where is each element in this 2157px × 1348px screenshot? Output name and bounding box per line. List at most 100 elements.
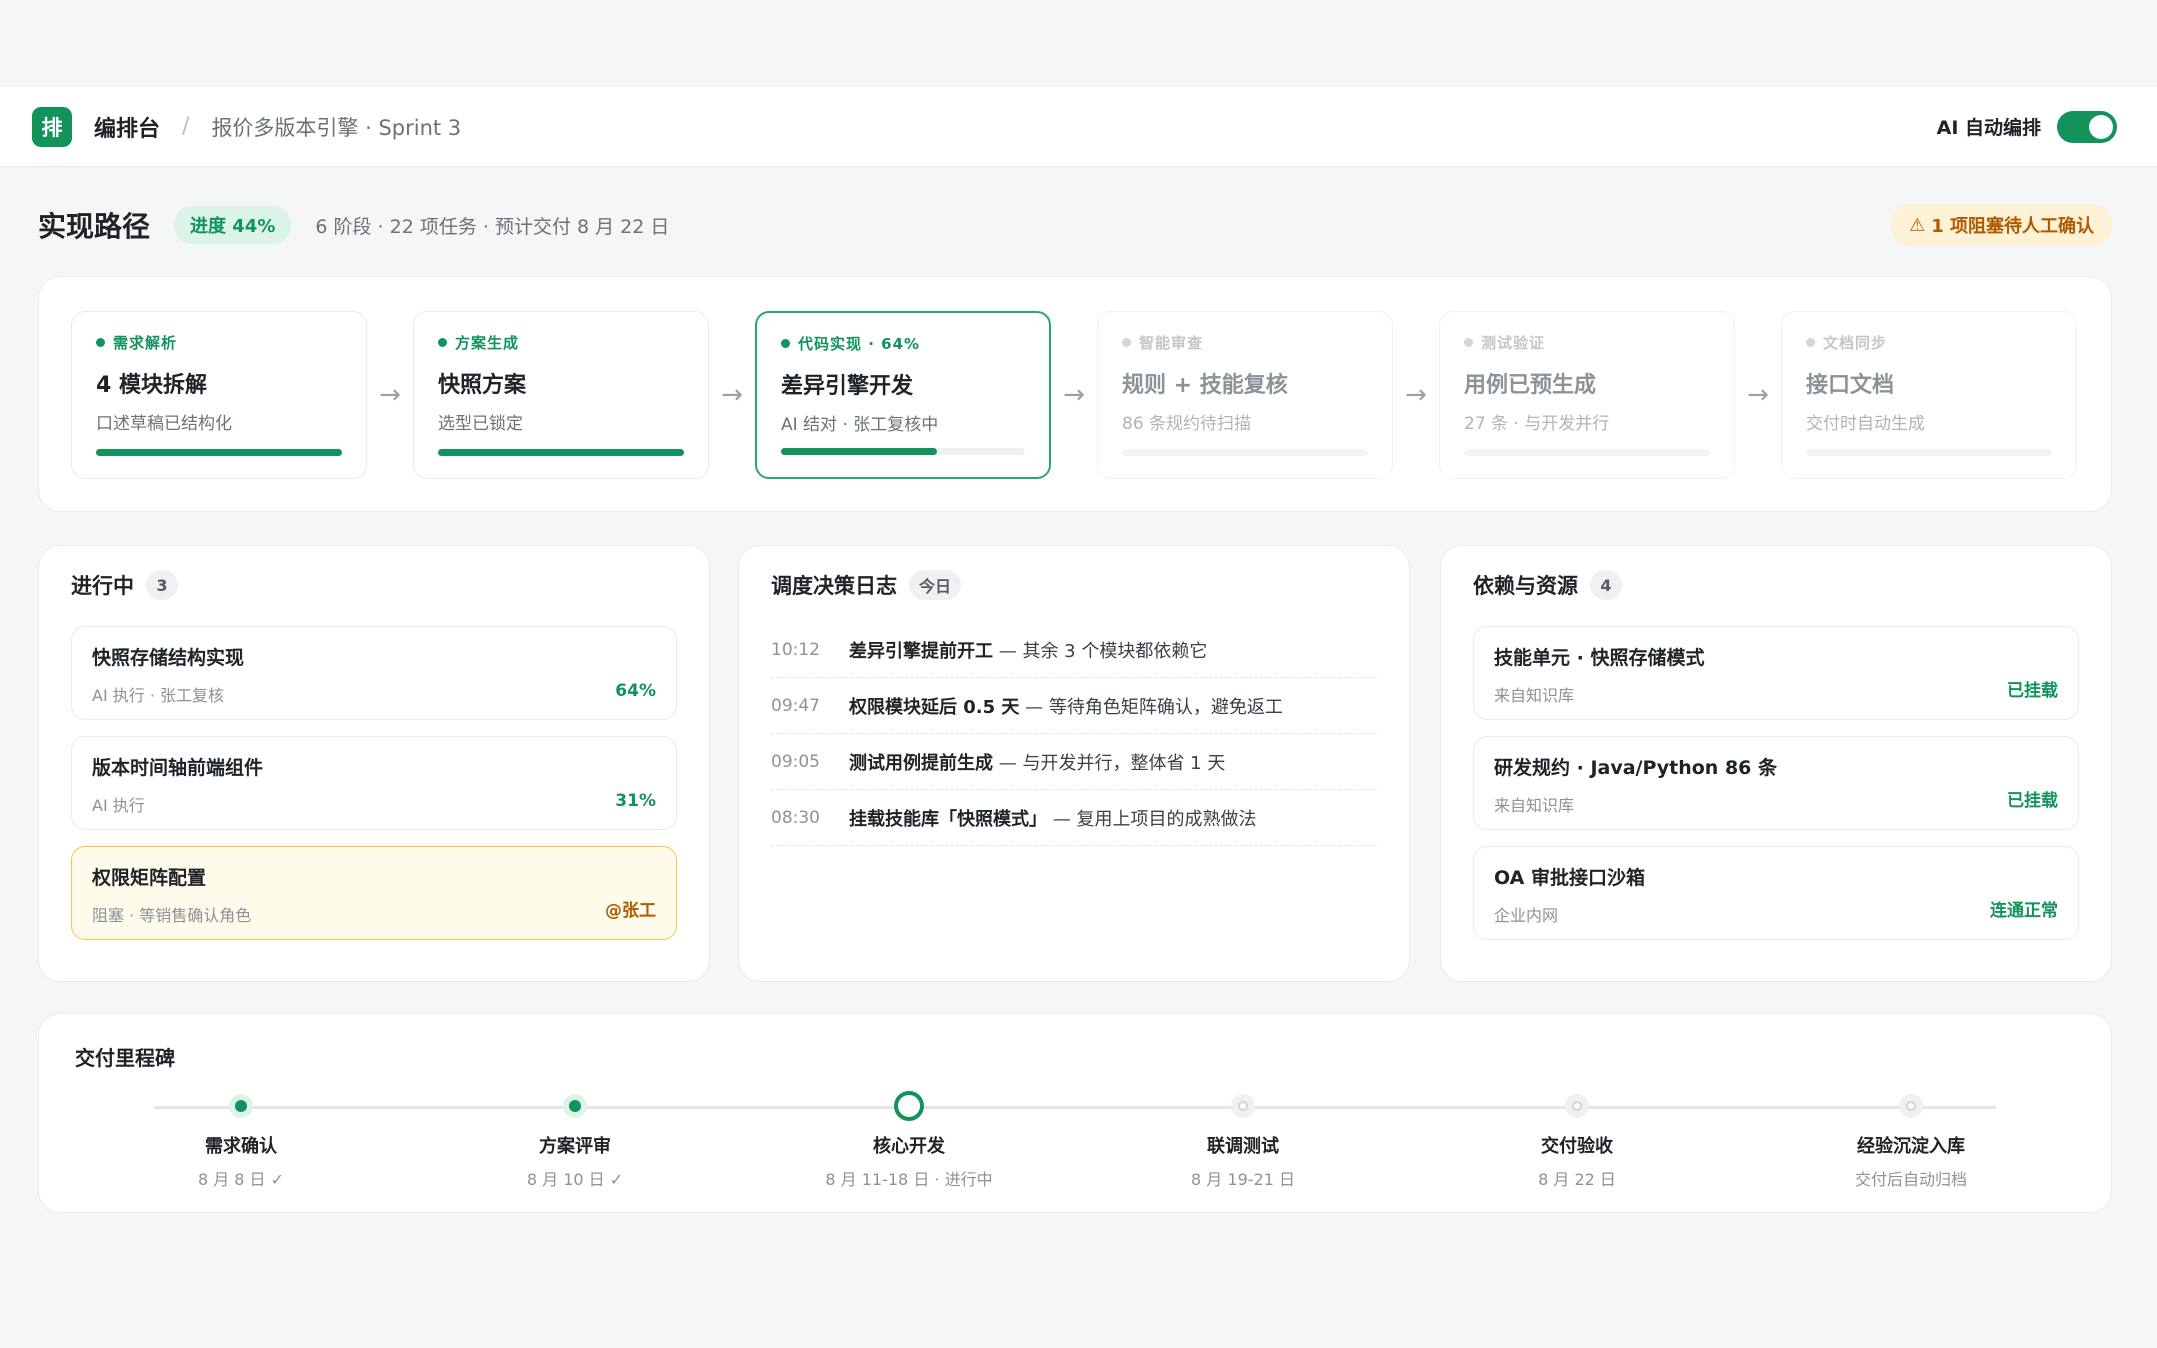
log-entry[interactable]: 09:05 测试用例提前生成 — 与开发并行，整体省 1 天 [771,734,1377,790]
dependency-title: OA 审批接口沙箱 [1494,867,1645,889]
stage-label-text: 方案生成 [455,334,520,352]
task-title: 权限矩阵配置 [92,867,207,889]
milestone-item[interactable]: 需求确认 8 月 8 日 ✓ [91,1094,391,1190]
dependencies-header: 依赖与资源 4 [1473,570,2079,600]
log-headline: 差异引擎提前开工 [849,640,993,662]
log-entry[interactable]: 08:30 挂载技能库「快照模式」 — 复用上项目的成熟做法 [771,790,1377,846]
stage-progress-bar [438,449,684,456]
top-right-controls: AI 自动编排 [1936,110,2125,143]
stage-arrow-icon: → [1063,380,1085,410]
log-entry[interactable]: 09:47 权限模块延后 0.5 天 — 等待角色矩阵确认，避免返工 [771,678,1377,734]
milestone-dot-icon [1899,1094,1923,1118]
stage-title: 接口文档 [1806,373,1895,398]
warning-text: 1 项阻塞待人工确认 [1931,216,2094,237]
path-header: 实现路径 进度 44% 6 阶段 · 22 项任务 · 预计交付 8 月 22 … [38,203,2112,247]
stage-label: 文档同步 [1806,332,2052,353]
dependencies-title: 依赖与资源 [1473,574,1578,598]
stage-status-dot-icon [438,338,447,347]
milestone-name: 方案评审 [539,1136,611,1157]
ai-auto-label: AI 自动编排 [1936,117,2041,139]
stage-card[interactable]: 文档同步 接口文档 交付时自动生成 [1781,311,2077,479]
milestone-dot-icon [894,1091,924,1121]
breadcrumb-separator: / [182,114,190,139]
stage-card[interactable]: 智能审查规则 + 技能复核 86 条规约待扫描 [1097,311,1393,479]
dependency-source: 来自知识库 [1494,686,1575,705]
stage-progress-fill [438,449,684,456]
decision-log-day-badge[interactable]: 今日 [909,570,962,600]
path-title: 实现路径 [38,210,151,243]
blocker-warning-badge[interactable]: ⚠ 1 项阻塞待人工确认 [1891,204,2112,246]
task-title: 版本时间轴前端组件 [92,757,264,779]
stage-card[interactable]: 方案生成 快照方案 选型已锁定 [413,311,709,479]
log-detail: — 等待角色矩阵确认，避免返工 [1019,696,1283,718]
milestone-name: 联调测试 [1207,1136,1279,1157]
milestone-date: 8 月 22 日 [1538,1170,1616,1189]
milestone-date: 8 月 10 日 ✓ [526,1170,624,1189]
stage-status-dot-icon [781,339,790,348]
task-subtitle: AI 执行 · 张工复核 [92,686,225,705]
dependency-source: 来自知识库 [1494,796,1575,815]
dependency-title: 技能单元 · 快照存储模式 [1494,647,1705,669]
stage-arrow-icon: → [379,380,401,410]
stage-card[interactable]: 代码实现 · 64% 差异引擎开发 AI 结对 · 张工复核中 [755,311,1051,479]
dependency-status: 连通正常 [1990,901,2058,921]
stage-label-text: 需求解析 [113,334,178,352]
stage-subtitle: 86 条规约待扫描 [1122,414,1252,434]
progress-badge: 进度 44% [174,206,292,244]
stage-card[interactable]: 需求解析 4 模块拆解 口述草稿已结构化 [71,311,367,479]
log-detail: — 复用上项目的成熟做法 [1047,808,1257,830]
stage-progress-bar [1464,449,1710,456]
stage-progress-bar [1806,449,2052,456]
stage-progress-fill [781,448,938,455]
milestone-date: 交付后自动归档 [1854,1170,1967,1189]
stage-progress-bar [1122,449,1368,456]
task-list: 快照存储结构实现 AI 执行 · 张工复核 64% 版本时间轴前端组件 AI 执行 31%… [71,626,677,940]
stages-card: 需求解析 4 模块拆解 口述草稿已结构化 → 方案生成 快照方案 选型已锁定 → 代码实现 · … [38,276,2112,512]
app-name[interactable]: 编排台 [94,111,160,143]
dependency-list: 技能单元 · 快照存储模式 来自知识库 已挂载 研发规约 · Java/Python … [1473,626,2079,940]
path-meta: 6 阶段 · 22 项任务 · 预计交付 8 月 22 日 [315,215,670,238]
log-time: 09:05 [771,751,820,772]
stage-label: 需求解析 [96,332,342,353]
task-card[interactable]: 版本时间轴前端组件 AI 执行 31% [71,736,677,830]
milestone-dot-icon [229,1094,253,1118]
blocked-task-card[interactable]: 权限矩阵配置 阻塞 · 等销售确认角色 @张工 [71,846,677,940]
stage-card[interactable]: 测试验证 用例已预生成 27 条 · 与开发并行 [1439,311,1735,479]
stage-title: 规则 + 技能复核 [1122,373,1288,398]
dependency-card[interactable]: OA 审批接口沙箱 企业内网 连通正常 [1473,846,2079,940]
stage-status-dot-icon [1464,338,1473,347]
log-entry[interactable]: 10:12 差异引擎提前开工 — 其余 3 个模块都依赖它 [771,622,1377,678]
log-detail: — 与开发并行，整体省 1 天 [993,752,1226,774]
log-time: 10:12 [771,639,820,660]
stage-label-text: 测试验证 [1481,334,1546,352]
milestone-item[interactable]: 方案评审 8 月 10 日 ✓ [425,1094,725,1190]
milestone-item[interactable]: 核心开发 8 月 11-18 日 · 进行中 [759,1091,1059,1190]
log-headline: 测试用例提前生成 [849,752,993,774]
dependency-status: 已挂载 [2007,791,2058,811]
task-assignee[interactable]: @张工 [605,896,656,921]
dependency-card[interactable]: 研发规约 · Java/Python 86 条来自知识库 已挂载 [1473,736,2079,830]
milestone-item[interactable]: 交付验收 8 月 22 日 [1427,1094,1727,1190]
milestone-item[interactable]: 经验沉淀入库 交付后自动归档 [1761,1094,2061,1190]
stage-title: 4 模块拆解 [96,373,207,398]
in-progress-panel: 进行中 3 快照存储结构实现 AI 执行 · 张工复核 64% 版本时间轴前端组件 AI… [38,545,710,982]
task-card[interactable]: 快照存储结构实现 AI 执行 · 张工复核 64% [71,626,677,720]
in-progress-title: 进行中 [71,574,134,598]
milestone-name: 经验沉淀入库 [1857,1136,1965,1157]
milestone-dot-icon [1565,1094,1589,1118]
milestone-date: 8 月 11-18 日 · 进行中 [825,1170,993,1189]
app-logo[interactable]: 排 [32,106,72,147]
log-list: 10:12 差异引擎提前开工 — 其余 3 个模块都依赖它 09:47 权限模块延后 … [771,622,1377,846]
stage-arrow-icon: → [1747,380,1769,410]
breadcrumb-project[interactable]: 报价多版本引擎 · Sprint 3 [211,112,461,142]
log-headline: 挂载技能库「快照模式」 [849,808,1047,830]
stage-label: 智能审查 [1122,332,1368,353]
stage-label: 方案生成 [438,332,684,353]
dependency-card[interactable]: 技能单元 · 快照存储模式 来自知识库 已挂载 [1473,626,2079,720]
ai-auto-toggle[interactable] [2057,110,2117,143]
milestone-item[interactable]: 联调测试 8 月 19-21 日 [1093,1094,1393,1190]
stage-label-text: 文档同步 [1823,334,1888,352]
milestone-dot-icon [1231,1094,1255,1118]
milestone-date: 8 月 8 日 ✓ [197,1170,285,1189]
stage-subtitle: 27 条 · 与开发并行 [1464,414,1610,434]
